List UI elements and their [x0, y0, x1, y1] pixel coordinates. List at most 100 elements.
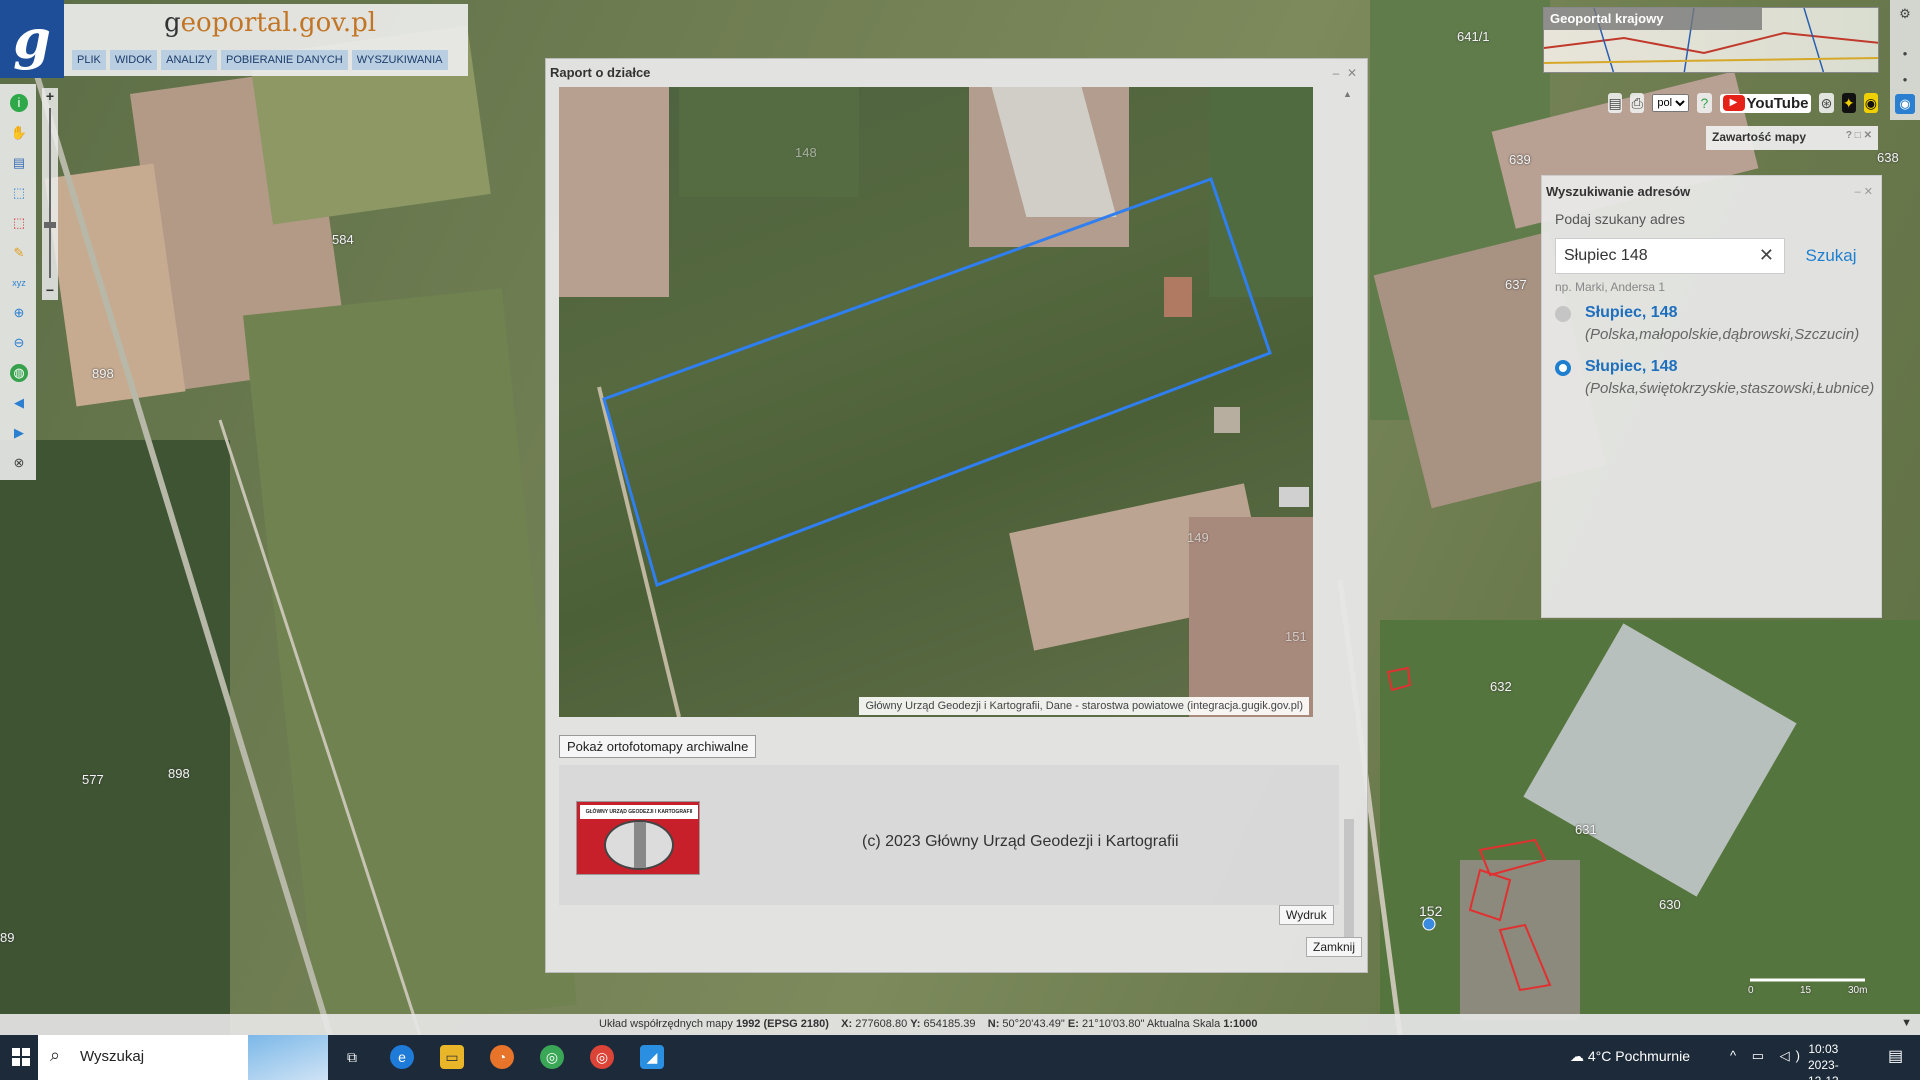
- zoom-slider[interactable]: + −: [42, 88, 58, 300]
- dot-icon[interactable]: ●: [1895, 44, 1915, 64]
- report-scrollbar[interactable]: ▲: [1343, 89, 1355, 969]
- youtube-label: YouTube: [1746, 94, 1809, 112]
- taskbar-search[interactable]: ⌕ Wyszukaj: [38, 1035, 328, 1080]
- zoom-in-icon[interactable]: ⊕: [10, 304, 28, 322]
- crs-value: 1992 (EPSG 2180): [735, 1018, 829, 1030]
- task-view-icon[interactable]: ⧉: [340, 1045, 364, 1069]
- youtube-button[interactable]: ▶ YouTube: [1719, 93, 1812, 113]
- back-arrow-icon[interactable]: ◀: [10, 394, 28, 412]
- scroll-thumb[interactable]: [1344, 819, 1354, 939]
- address-search-panel: Wyszukiwanie adresów – ✕ Podaj szukany a…: [1541, 175, 1882, 618]
- weather-widget[interactable]: ☁ 4°C Pochmurnie: [1570, 1048, 1690, 1065]
- gugik-logo-text: GŁÓWNY URZĄD GEODEZJI I KARTOGRAFII: [580, 805, 698, 819]
- building: [1279, 487, 1309, 507]
- zoom-knob[interactable]: [44, 222, 56, 228]
- contrast-icon[interactable]: ✦: [1841, 93, 1856, 113]
- zoom-minus-icon[interactable]: −: [43, 283, 57, 298]
- panel-controls-icon[interactable]: ? □ ✕: [1846, 130, 1872, 141]
- coordinates-readout: Układ współrzędnych mapy 1992 (EPSG 2180…: [599, 1018, 1258, 1030]
- pan-hand-icon[interactable]: ✋: [10, 124, 28, 142]
- menu-analizy[interactable]: ANALIZY: [161, 50, 217, 70]
- address-search-field[interactable]: ✕: [1555, 238, 1785, 274]
- menu-wyszukiwania[interactable]: WYSZUKIWANIA: [351, 50, 448, 70]
- overview-map[interactable]: Geoportal krajowy: [1543, 7, 1879, 73]
- result-radio-selected[interactable]: [1555, 360, 1571, 376]
- map-content-panel-header[interactable]: Zawartość mapy ? □ ✕: [1706, 126, 1878, 150]
- clock-time: 10:03: [1808, 1042, 1839, 1056]
- menu-widok[interactable]: WIDOK: [109, 50, 158, 70]
- eye-toggle-icon[interactable]: ◉: [1895, 94, 1915, 114]
- result-detail: (Polska,małopolskie,dąbrowski,Szczucin): [1585, 326, 1860, 343]
- result-name[interactable]: Słupiec, 148: [1585, 304, 1678, 322]
- tray-icons[interactable]: ^ ▭ ◁): [1730, 1048, 1806, 1064]
- scroll-up-icon[interactable]: ▲: [1343, 89, 1352, 99]
- x-label: X:: [841, 1018, 853, 1030]
- minimize-icon[interactable]: –: [1330, 67, 1342, 79]
- compass-icon[interactable]: ⊗: [10, 454, 28, 472]
- parcel-label: 898: [92, 366, 114, 381]
- firefox-icon[interactable]: ◔: [490, 1045, 514, 1069]
- eye-icon[interactable]: ◉: [1863, 93, 1878, 113]
- edge-browser-icon[interactable]: e: [390, 1045, 414, 1069]
- language-select[interactable]: pol: [1652, 94, 1690, 112]
- file-explorer-icon[interactable]: ▭: [440, 1045, 464, 1069]
- chrome-profile-icon[interactable]: ◎: [590, 1045, 614, 1069]
- notifications-icon[interactable]: ▤: [1888, 1046, 1903, 1066]
- location-marker[interactable]: [1422, 917, 1436, 931]
- parcel-label: 152: [1419, 903, 1443, 919]
- close-icon[interactable]: ✕: [1346, 67, 1358, 79]
- gear-icon[interactable]: ⚙: [1895, 4, 1915, 24]
- globe-icon[interactable]: ◍: [10, 364, 28, 382]
- chevron-down-icon[interactable]: ▼: [1901, 1017, 1912, 1029]
- parcel-label: 637: [1505, 277, 1527, 292]
- clock[interactable]: 10:03 2023-12-13: [1808, 1041, 1839, 1080]
- document-icon[interactable]: ▤: [10, 154, 28, 172]
- result-name[interactable]: Słupiec, 148: [1585, 358, 1678, 376]
- zoom-plus-icon[interactable]: +: [43, 89, 57, 104]
- accessibility-icon[interactable]: ⊛: [1819, 93, 1834, 113]
- help-icon[interactable]: ?: [1697, 93, 1712, 113]
- forward-arrow-icon[interactable]: ▶: [10, 424, 28, 442]
- menu-pobieranie-danych[interactable]: POBIERANIE DANYCH: [221, 50, 348, 70]
- chrome-icon[interactable]: ◎: [540, 1045, 564, 1069]
- select-area-icon[interactable]: ⬚: [10, 184, 28, 202]
- address-hint: np. Marki, Andersa 1: [1555, 280, 1666, 294]
- gugik-logo: GŁÓWNY URZĄD GEODEZJI I KARTOGRAFII: [576, 801, 700, 875]
- youtube-play-icon: ▶: [1722, 95, 1745, 111]
- result-radio[interactable]: [1555, 306, 1571, 322]
- photos-app-icon[interactable]: ◢: [640, 1045, 664, 1069]
- right-edge-toolbar: ⚙ ● ● ◉: [1890, 0, 1920, 120]
- windows-start-icon[interactable]: [12, 1048, 30, 1066]
- parcel-boundary: [602, 177, 1272, 587]
- n-label: N:: [987, 1018, 1000, 1030]
- dot-icon[interactable]: ●: [1895, 70, 1915, 90]
- menu-plik[interactable]: PLIK: [72, 50, 106, 70]
- parcel-label: 639: [1509, 152, 1531, 167]
- info-icon[interactable]: i: [10, 94, 28, 112]
- crs-label: Układ współrzędnych mapy: [599, 1018, 733, 1030]
- zoom-out-icon[interactable]: ⊖: [10, 334, 28, 352]
- select-clear-icon[interactable]: ⬚: [10, 214, 28, 232]
- map-content-title: Zawartość mapy: [1712, 130, 1807, 144]
- printer-icon[interactable]: ⎙: [1630, 93, 1645, 113]
- weather-text: 4°C Pochmurnie: [1587, 1048, 1690, 1064]
- windows-taskbar: ⌕ Wyszukaj ⧉ e ▭ ◔ ◎ ◎ ◢ ☁ 4°C Pochmurni…: [0, 1035, 1920, 1080]
- road: [218, 419, 422, 1035]
- search-button[interactable]: Szukaj: [1794, 238, 1868, 274]
- print-button[interactable]: Wydruk: [1279, 905, 1334, 925]
- brand-header: geoportal.gov.pl PLIK WIDOK ANALIZY POBI…: [64, 4, 468, 76]
- building: [1214, 407, 1240, 433]
- close-button[interactable]: Zamknij: [1306, 937, 1363, 957]
- legend-icon[interactable]: ▤: [1608, 93, 1623, 113]
- parcel-label: 631: [1575, 822, 1597, 837]
- parcel-outline: [1478, 838, 1547, 877]
- address-search-title: Wyszukiwanie adresów: [1546, 184, 1691, 199]
- geoportal-logo[interactable]: g: [0, 0, 64, 78]
- address-search-input[interactable]: [1564, 247, 1754, 265]
- scale-value: 1:1000: [1223, 1018, 1258, 1030]
- xyz-icon[interactable]: xyz: [10, 274, 28, 292]
- panel-window-controls-icon[interactable]: – ✕: [1855, 185, 1873, 198]
- pencil-icon[interactable]: ✎: [10, 244, 28, 262]
- archive-orthophoto-button[interactable]: Pokaż ortofotomapy archiwalne: [559, 735, 757, 758]
- clear-icon[interactable]: ✕: [1759, 245, 1774, 266]
